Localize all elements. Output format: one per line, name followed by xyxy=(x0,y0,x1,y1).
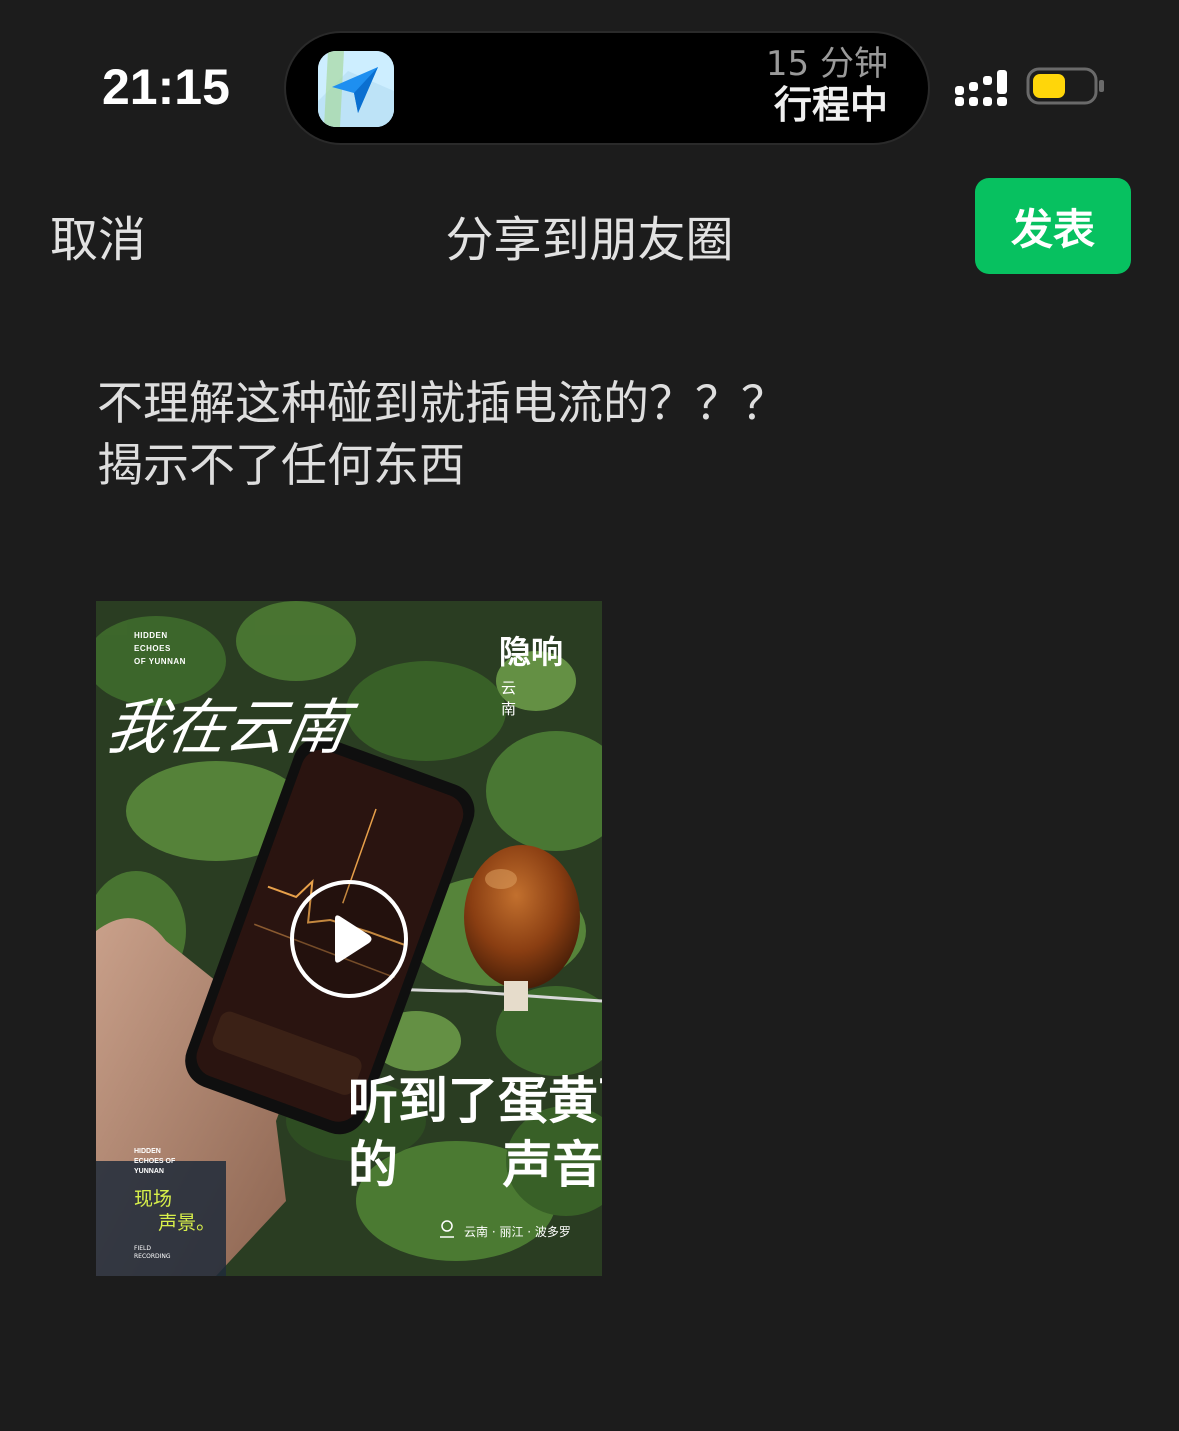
poster-brand: 隐响 xyxy=(499,633,564,671)
status-time: 21:15 xyxy=(102,59,230,115)
battery-icon xyxy=(1026,67,1104,105)
poster-script-title: 我在云南 xyxy=(100,693,354,763)
eta-block: 15 分钟 行程中 xyxy=(765,44,888,128)
publish-button[interactable]: 发表 xyxy=(975,178,1131,274)
poster-location: 云南 · 丽江 · 波多罗 xyxy=(464,1225,571,1239)
poster-brand-sub: 云南 xyxy=(501,679,557,718)
status-bar: 21:15 15 分钟 行程中 xyxy=(0,0,1179,160)
video-thumbnail[interactable]: HIDDEN ECHOES OF YUNNAN 隐响 云南 我在云南 听到了蛋黄… xyxy=(96,601,602,1276)
poster-tag-fine: FIELD RECORDING xyxy=(134,1245,171,1260)
trip-status: 行程中 xyxy=(773,83,888,128)
navigation-arrow-icon xyxy=(318,51,394,127)
play-icon[interactable] xyxy=(289,879,409,999)
poster-tag: 现场 声景。 xyxy=(134,1188,216,1234)
location-pin-icon xyxy=(440,1220,454,1238)
dynamic-island-live-activity[interactable]: 15 分钟 行程中 xyxy=(286,33,928,143)
post-text-input[interactable]: 不理解这种碰到就插电流的？？？ 揭示不了任何东西 xyxy=(97,372,1057,496)
eta-time: 15 分钟 xyxy=(765,44,888,84)
composer-header: 取消 分享到朋友圈 发表 xyxy=(0,176,1179,276)
poster-tag-small: HIDDEN ECHOES OF YUNNAN xyxy=(134,1148,176,1175)
poster-headline: 听到了蛋黄菌 的 声音 xyxy=(348,1071,602,1194)
poster-caption-small: HIDDEN ECHOES OF YUNNAN xyxy=(134,631,186,666)
cellular-signal-icon xyxy=(955,70,1007,106)
